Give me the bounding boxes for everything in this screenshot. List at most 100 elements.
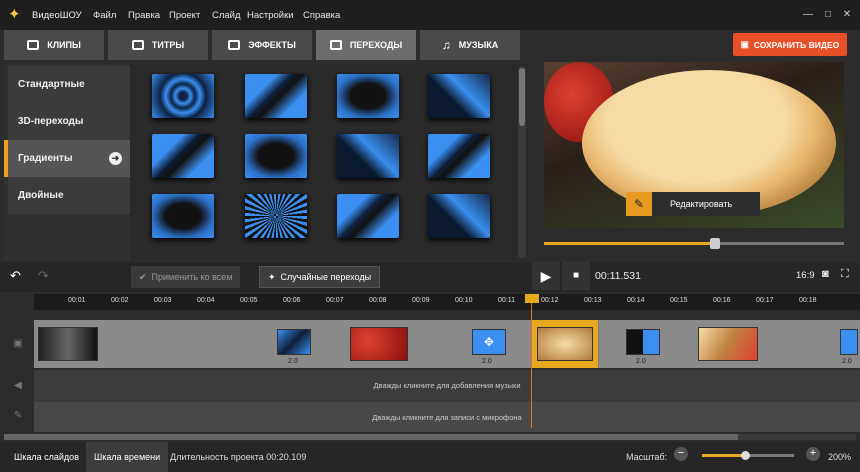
fullscreen-icon[interactable]: ⛶ bbox=[841, 268, 849, 281]
playhead-line bbox=[531, 294, 532, 428]
slides-timeline-tab[interactable]: Шкала слайдов bbox=[6, 442, 87, 472]
menu-settings[interactable]: Настройки bbox=[247, 10, 294, 21]
zoom-out-button[interactable]: − bbox=[674, 447, 688, 461]
ruler-label: 00:04 bbox=[197, 297, 215, 304]
transitions-grid bbox=[130, 64, 528, 260]
zoom-slider-fill bbox=[702, 454, 746, 457]
clip-thumbnail[interactable] bbox=[698, 327, 758, 361]
apply-all-button[interactable]: ✔ Применить ко всем bbox=[131, 266, 241, 288]
transition-slot[interactable]: ✥ bbox=[472, 329, 506, 355]
tab-titles[interactable]: ТИТРЫ bbox=[108, 30, 208, 60]
zoom-in-button[interactable]: + bbox=[806, 447, 820, 461]
menu-project[interactable]: Проект bbox=[169, 10, 200, 21]
redo-icon[interactable]: ↷ bbox=[38, 268, 49, 284]
menu-help[interactable]: Справка bbox=[303, 10, 340, 21]
timeline-scrollbar-thumb[interactable] bbox=[4, 434, 738, 440]
transition-thumb[interactable] bbox=[245, 194, 307, 238]
transitions-icon bbox=[329, 40, 342, 50]
ruler-label: 00:09 bbox=[412, 297, 430, 304]
stop-button[interactable]: ■ bbox=[562, 262, 590, 290]
grid-scrollbar-thumb[interactable] bbox=[519, 68, 525, 126]
clip-thumbnail[interactable] bbox=[537, 327, 593, 361]
transition-thumb[interactable] bbox=[337, 74, 399, 118]
edit-button[interactable]: ✎ Редактировать bbox=[626, 192, 760, 216]
clip-thumbnail[interactable] bbox=[350, 327, 408, 361]
transition-thumb[interactable] bbox=[428, 134, 490, 178]
aspect-ratio[interactable]: 16:9 bbox=[796, 270, 815, 281]
close-icon[interactable]: ✕ bbox=[840, 8, 854, 22]
ruler-label: 00:08 bbox=[369, 297, 387, 304]
transition-thumb[interactable] bbox=[337, 194, 399, 238]
app-title: ВидеоШОУ bbox=[32, 10, 82, 21]
preview-seek-handle[interactable] bbox=[710, 238, 720, 249]
magic-wand-icon: ✦ bbox=[268, 271, 276, 282]
save-video-button[interactable]: ▣ СОХРАНИТЬ ВИДЕО bbox=[733, 33, 847, 56]
transition-thumb[interactable] bbox=[152, 134, 214, 178]
control-bar bbox=[0, 262, 860, 292]
transition-duration: 2.0 bbox=[842, 358, 852, 365]
transition-slot[interactable] bbox=[626, 329, 660, 355]
transition-slot[interactable] bbox=[277, 329, 311, 355]
ruler-label: 00:13 bbox=[584, 297, 602, 304]
music-icon: ♫ bbox=[441, 38, 451, 52]
tab-music[interactable]: ♫ МУЗЫКА bbox=[420, 30, 520, 60]
zoom-value: 200% bbox=[828, 452, 852, 462]
music-track[interactable]: Дважды кликните для добавления музыки bbox=[34, 370, 860, 402]
category-double[interactable]: Двойные bbox=[8, 177, 130, 214]
minimize-icon[interactable]: — bbox=[801, 8, 815, 22]
ruler-label: 00:18 bbox=[799, 297, 817, 304]
tab-bar: КЛИПЫ ТИТРЫ ЭФФЕКТЫ ПЕРЕХОДЫ ♫ МУЗЫКА bbox=[4, 30, 520, 60]
clip-thumbnail[interactable] bbox=[38, 327, 98, 361]
playhead-handle[interactable] bbox=[525, 294, 539, 303]
text-icon bbox=[131, 40, 144, 50]
transition-thumb[interactable] bbox=[245, 134, 307, 178]
transition-thumb[interactable] bbox=[152, 74, 214, 118]
menu-file[interactable]: Файл bbox=[93, 10, 116, 21]
ruler-label: 00:16 bbox=[713, 297, 731, 304]
category-gradients[interactable]: Градиенты ➜ bbox=[4, 140, 130, 177]
video-track-icon: ▣ bbox=[13, 338, 23, 349]
effects-icon bbox=[228, 40, 241, 50]
menu-slide[interactable]: Слайд bbox=[212, 10, 241, 21]
transition-slot[interactable] bbox=[840, 329, 858, 355]
undo-icon[interactable]: ↶ bbox=[10, 268, 21, 284]
tab-clips[interactable]: КЛИПЫ bbox=[4, 30, 104, 60]
play-button[interactable]: ▶ bbox=[532, 262, 560, 290]
selected-clip[interactable] bbox=[531, 320, 599, 368]
snapshot-icon[interactable]: ◙ bbox=[822, 268, 829, 280]
category-standard[interactable]: Стандартные bbox=[8, 66, 130, 103]
video-track[interactable]: 2.0 ✥ 2.0 2.0 2.0 bbox=[34, 320, 860, 368]
maximize-icon[interactable]: □ bbox=[821, 8, 835, 22]
arrow-right-icon: ➜ bbox=[109, 152, 122, 165]
transition-thumb[interactable] bbox=[428, 194, 490, 238]
time-timeline-tab[interactable]: Шкала времени bbox=[86, 442, 169, 472]
transition-duration: 2.0 bbox=[288, 358, 298, 365]
random-transitions-button[interactable]: ✦ Случайные переходы bbox=[259, 266, 381, 288]
pencil-icon: ✎ bbox=[626, 192, 652, 216]
microphone-icon: ✎ bbox=[13, 410, 23, 421]
tab-transitions[interactable]: ПЕРЕХОДЫ bbox=[316, 30, 416, 60]
mic-track[interactable]: Дважды кликните для записи с микрофона bbox=[34, 402, 860, 432]
transition-thumb[interactable] bbox=[337, 134, 399, 178]
category-3d[interactable]: 3D-переходы bbox=[8, 103, 130, 140]
transition-thumb[interactable] bbox=[428, 74, 490, 118]
zoom-slider-handle[interactable] bbox=[741, 451, 750, 460]
film-icon bbox=[27, 40, 40, 50]
tab-effects[interactable]: ЭФФЕКТЫ bbox=[212, 30, 312, 60]
ruler-label: 00:14 bbox=[627, 297, 645, 304]
ruler-label: 00:07 bbox=[326, 297, 344, 304]
ruler-label: 00:05 bbox=[240, 297, 258, 304]
ruler-label: 00:06 bbox=[283, 297, 301, 304]
transition-thumb[interactable] bbox=[152, 194, 214, 238]
transition-duration: 2.0 bbox=[636, 358, 646, 365]
ruler-label: 00:12 bbox=[541, 297, 559, 304]
menu-edit[interactable]: Правка bbox=[128, 10, 160, 21]
transition-thumb[interactable] bbox=[245, 74, 307, 118]
timeline-ruler[interactable]: 00:01 00:02 00:03 00:04 00:05 00:06 00:0… bbox=[34, 294, 860, 310]
ruler-label: 00:17 bbox=[756, 297, 774, 304]
checkmark-icon: ✔ bbox=[139, 271, 147, 282]
timecode: 00:11.531 bbox=[595, 270, 641, 282]
speaker-icon: ◀ bbox=[14, 380, 22, 391]
ruler-label: 00:03 bbox=[154, 297, 172, 304]
ruler-label: 00:11 bbox=[498, 297, 515, 304]
